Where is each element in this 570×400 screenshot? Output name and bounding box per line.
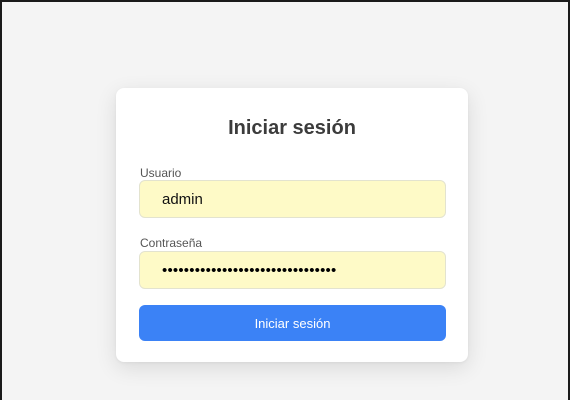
page-viewport: Iniciar sesión Usuario Contraseña Inicia…: [0, 0, 570, 400]
password-input[interactable]: [139, 251, 446, 289]
username-input[interactable]: [139, 180, 446, 218]
login-card: Iniciar sesión Usuario Contraseña Inicia…: [116, 88, 468, 362]
username-label: Usuario: [140, 166, 182, 180]
password-label: Contraseña: [140, 236, 203, 250]
login-title: Iniciar sesión: [228, 117, 356, 139]
login-submit-button[interactable]: Iniciar sesión: [139, 305, 446, 341]
